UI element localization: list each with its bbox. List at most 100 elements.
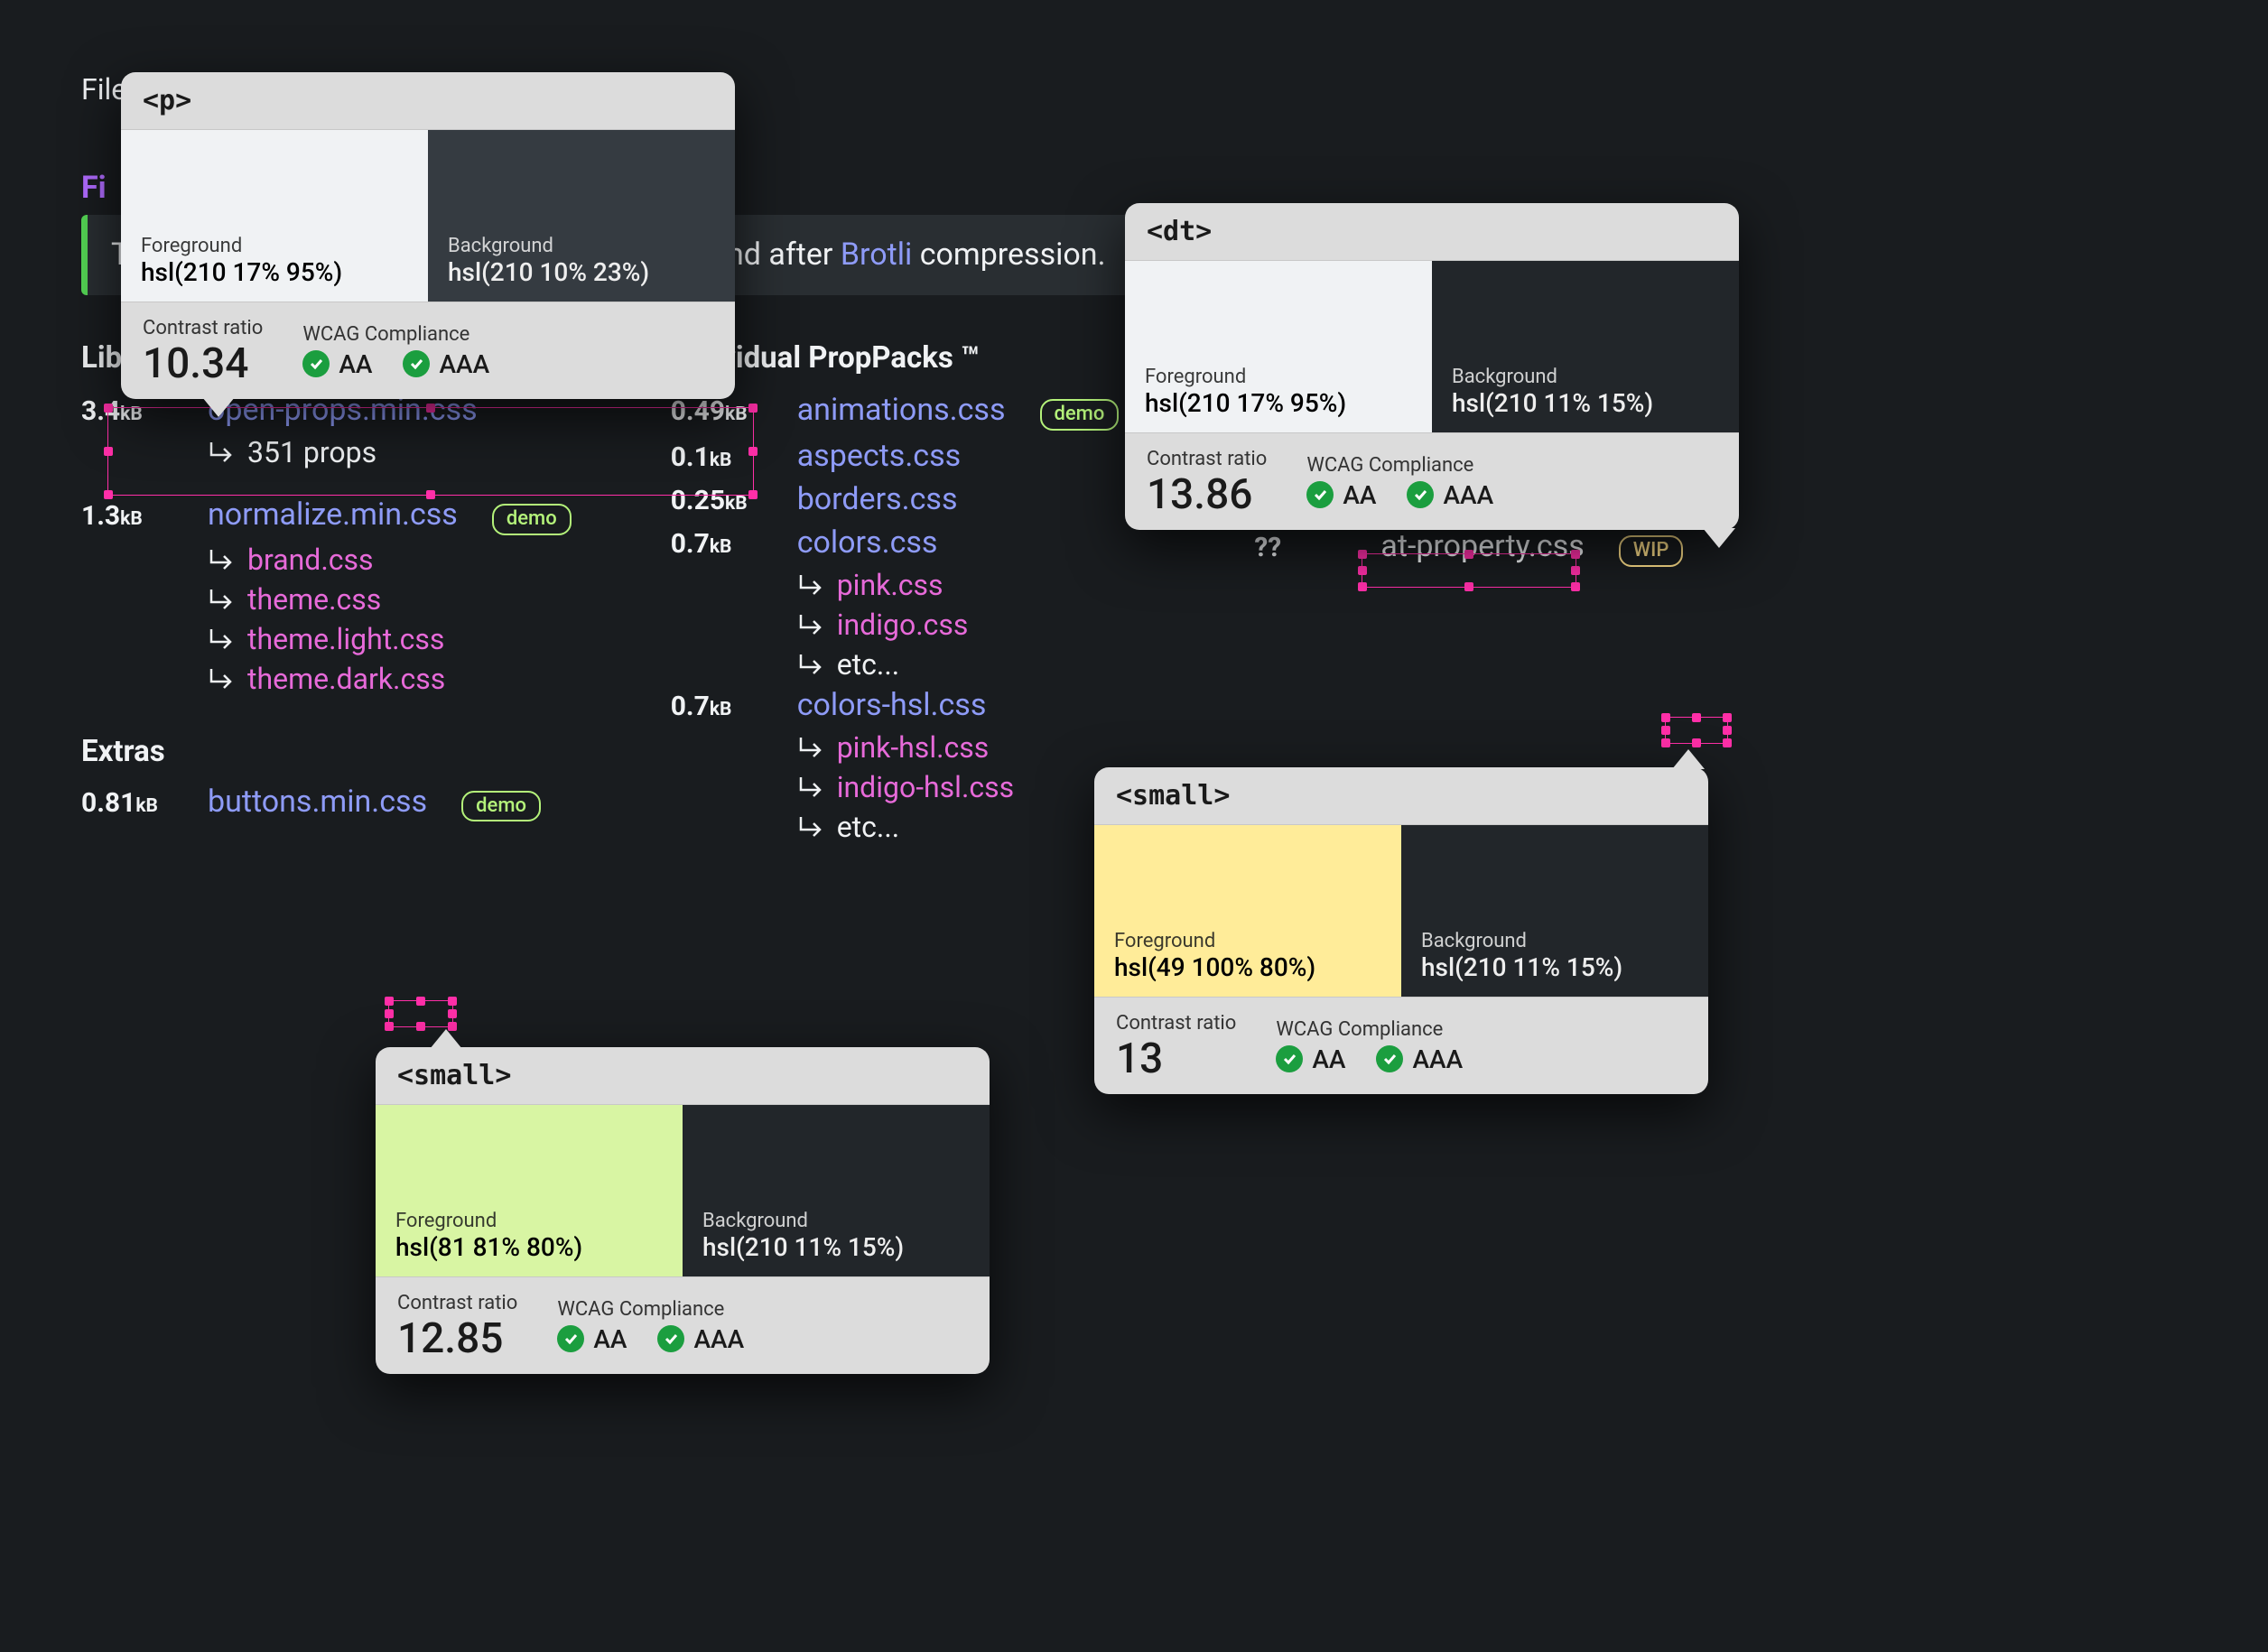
file-link[interactable]: aspects.css	[797, 438, 962, 474]
sub-arrow-icon	[208, 546, 235, 573]
element-tag: <small>	[1094, 767, 1708, 825]
sub-item: 351 props	[208, 435, 572, 469]
file-size: 3.4	[81, 395, 120, 427]
foreground-value: hsl(49 100% 80%)	[1114, 952, 1381, 982]
contrast-ratio-value: 13.86	[1147, 474, 1267, 515]
file-link[interactable]: animations.css	[797, 392, 1006, 428]
extras-heading: Extras	[81, 734, 572, 769]
sub-arrow-icon	[797, 774, 824, 801]
sub-link[interactable]: brand.css	[247, 543, 374, 577]
wcag-aa-badge: AA	[1306, 480, 1376, 510]
sub-link[interactable]: pink.css	[837, 568, 943, 602]
element-tag: <p>	[121, 72, 735, 130]
foreground-swatch: Foreground hsl(210 17% 95%)	[121, 130, 428, 302]
wcag-aa-badge: AA	[557, 1324, 627, 1354]
file-link[interactable]: buttons.min.css	[208, 784, 427, 820]
element-tag: <small>	[376, 1047, 990, 1105]
demo-badge[interactable]: demo	[492, 504, 572, 534]
list-item: 1.3kB normalize.min.css demo	[81, 497, 572, 534]
sub-label: 351 props	[247, 435, 376, 469]
background-swatch: Background hsl(210 10% 23%)	[428, 130, 735, 302]
foreground-label: Foreground	[1145, 366, 1412, 388]
etc-label: etc...	[837, 647, 900, 682]
list-item: 0.81kB buttons.min.css demo	[81, 784, 572, 821]
callout-text-post: compression.	[920, 237, 1106, 273]
sub-arrow-icon	[208, 626, 235, 653]
proppacks-heading: Individual PropPacks ™	[671, 340, 1120, 376]
foreground-label: Foreground	[395, 1210, 663, 1232]
contrast-ratio-value: 13	[1116, 1038, 1236, 1080]
sub-link[interactable]: theme.dark.css	[247, 662, 445, 696]
card-pointer-icon	[1703, 528, 1735, 548]
brotli-link[interactable]: Brotli	[841, 237, 912, 273]
contrast-ratio-label: Contrast ratio	[143, 317, 263, 339]
file-size: 1.3	[81, 500, 120, 532]
sub-arrow-icon	[208, 665, 235, 692]
sub-arrow-icon	[797, 611, 824, 638]
file-size: 0.81	[81, 787, 135, 819]
checkmark-icon	[1407, 481, 1434, 508]
checkmark-icon	[302, 350, 330, 377]
wip-badge: WIP	[1619, 535, 1684, 566]
background-swatch: Background hsl(210 11% 15%)	[1432, 261, 1739, 432]
contrast-ratio-label: Contrast ratio	[1116, 1012, 1236, 1035]
sub-link[interactable]: indigo.css	[837, 608, 969, 642]
contrast-inspector-card: <small> Foreground hsl(49 100% 80%) Back…	[1094, 767, 1708, 1094]
file-size: ??	[1254, 532, 1353, 563]
sub-arrow-icon	[797, 813, 824, 840]
wcag-aaa-badge: AAA	[1376, 1044, 1463, 1074]
file-link[interactable]: colors.css	[797, 524, 938, 561]
contrast-ratio-value: 10.34	[143, 343, 263, 385]
foreground-label: Foreground	[141, 235, 408, 257]
contrast-inspector-card: <dt> Foreground hsl(210 17% 95%) Backgro…	[1125, 203, 1739, 530]
wcag-aaa-badge: AAA	[1407, 480, 1493, 510]
wcag-compliance-label: WCAG Compliance	[302, 323, 489, 346]
background-label: Background	[1452, 366, 1719, 388]
checkmark-icon	[557, 1325, 584, 1352]
background-label: Background	[702, 1210, 970, 1232]
foreground-label: Foreground	[1114, 930, 1381, 952]
file-link[interactable]: at-property.css	[1380, 528, 1584, 564]
wcag-aa-badge: AA	[302, 349, 372, 379]
sub-link[interactable]: theme.css	[247, 582, 381, 617]
wcag-aa-badge: AA	[1276, 1044, 1345, 1074]
card-pointer-icon	[1672, 749, 1705, 769]
checkmark-icon	[403, 350, 430, 377]
sub-arrow-icon	[208, 439, 235, 466]
sub-link[interactable]: indigo-hsl.css	[837, 770, 1014, 804]
card-pointer-icon	[430, 1029, 462, 1049]
element-tag: <dt>	[1125, 203, 1739, 261]
sub-arrow-icon	[797, 571, 824, 599]
sub-link[interactable]: pink-hsl.css	[837, 730, 990, 765]
background-swatch: Background hsl(210 11% 15%)	[683, 1105, 990, 1276]
background-label: Background	[1421, 930, 1688, 952]
background-value: hsl(210 11% 15%)	[702, 1232, 970, 1262]
checkmark-icon	[657, 1325, 684, 1352]
sub-link[interactable]: theme.light.css	[247, 622, 444, 656]
foreground-value: hsl(81 81% 80%)	[395, 1232, 663, 1262]
background-value: hsl(210 11% 15%)	[1421, 952, 1688, 982]
wcag-aaa-badge: AAA	[403, 349, 489, 379]
sub-arrow-icon	[797, 651, 824, 678]
contrast-ratio-value: 12.85	[397, 1318, 517, 1360]
checkmark-icon	[1376, 1045, 1403, 1072]
foreground-value: hsl(210 17% 95%)	[141, 257, 408, 287]
contrast-inspector-card: <p> Foreground hsl(210 17% 95%) Backgrou…	[121, 72, 735, 399]
wcag-aaa-badge: AAA	[657, 1324, 744, 1354]
demo-badge[interactable]: demo	[1040, 399, 1120, 430]
file-link[interactable]: borders.css	[797, 481, 958, 517]
wcag-compliance-label: WCAG Compliance	[1306, 454, 1493, 477]
foreground-swatch: Foreground hsl(49 100% 80%)	[1094, 825, 1401, 997]
background-label: Background	[448, 235, 715, 257]
contrast-inspector-card: <small> Foreground hsl(81 81% 80%) Backg…	[376, 1047, 990, 1374]
sub-arrow-icon	[208, 586, 235, 613]
background-value: hsl(210 10% 23%)	[448, 257, 715, 287]
card-pointer-icon	[202, 397, 235, 417]
background-swatch: Background hsl(210 11% 15%)	[1401, 825, 1708, 997]
file-link[interactable]: colors-hsl.css	[797, 687, 987, 723]
etc-label: etc...	[837, 810, 900, 844]
demo-badge[interactable]: demo	[461, 791, 541, 821]
contrast-ratio-label: Contrast ratio	[397, 1292, 517, 1314]
file-link[interactable]: normalize.min.css	[208, 497, 458, 533]
foreground-swatch: Foreground hsl(210 17% 95%)	[1125, 261, 1432, 432]
